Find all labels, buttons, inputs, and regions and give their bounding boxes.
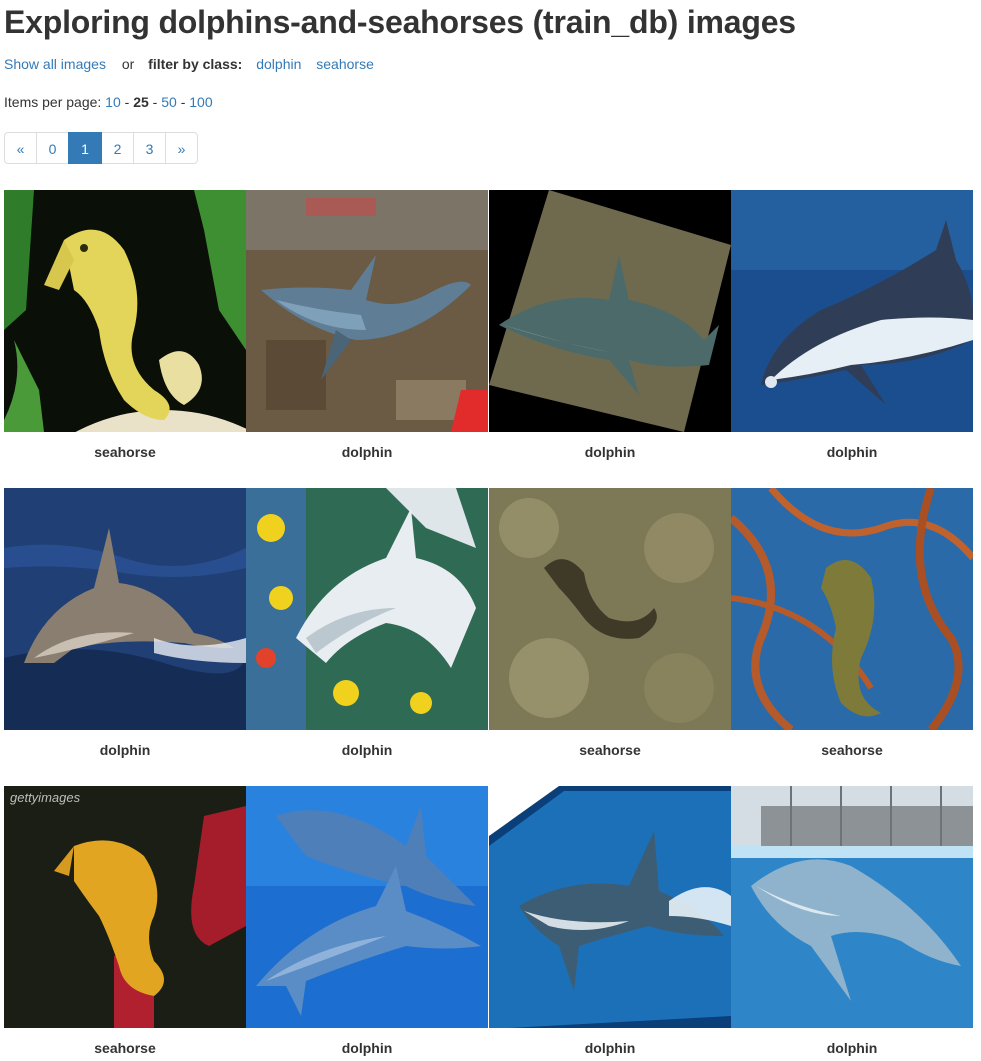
image-label: seahorse [579,742,641,758]
page: Exploring dolphins-and-seahorses (train_… [0,0,981,1061]
gettyimages-watermark: gettyimages [10,790,81,805]
image-label: dolphin [584,444,636,460]
filter-class-seahorse-link[interactable]: seahorse [316,56,374,72]
dolphin-photo-icon[interactable] [489,190,731,432]
image-card: dolphin [731,786,973,1057]
per-page-option-10[interactable]: 10 [105,94,121,110]
pagination-next-button[interactable]: » [165,132,198,164]
or-text: or [121,56,135,72]
image-card: seahorse [731,488,973,759]
filter-class-dolphin-link[interactable]: dolphin [256,56,301,72]
items-per-page-label: Items per page: [4,94,102,110]
dolphin-photo-icon[interactable] [731,190,973,432]
dolphin-photo-icon[interactable] [246,488,488,730]
dolphin-photo-icon[interactable] [4,488,246,730]
image-label: seahorse [94,444,156,460]
image-label: dolphin [341,444,393,460]
image-label: seahorse [94,1040,156,1056]
pagination-page-0[interactable]: 0 [36,132,69,164]
image-card: dolphin [246,190,488,461]
image-card: seahorse [4,190,246,461]
seahorse-photo-icon[interactable] [489,488,731,730]
page-title: Exploring dolphins-and-seahorses (train_… [4,4,796,40]
filter-bar: Show all images or filter by class: dolp… [4,55,385,73]
image-card: dolphin [246,488,488,759]
pagination: « 0 1 2 3 » [4,132,198,164]
pagination-prev-button[interactable]: « [4,132,37,164]
dolphin-photo-icon[interactable] [489,786,731,1028]
image-card: dolphin [4,488,246,759]
image-label: dolphin [826,1040,878,1056]
image-card: dolphin [246,786,488,1057]
image-label: dolphin [826,444,878,460]
dolphin-photo-icon[interactable] [731,786,973,1028]
seahorse-photo-icon[interactable] [4,190,246,432]
items-per-page: Items per page: 10 - 25 - 50 - 100 [4,94,213,110]
per-page-option-25: 25 [133,94,149,110]
pagination-page-3[interactable]: 3 [133,132,166,164]
seahorse-photo-icon[interactable]: gettyimages [4,786,246,1028]
image-label: dolphin [99,742,151,758]
image-card: dolphin [489,786,731,1057]
seahorse-photo-icon[interactable] [731,488,973,730]
per-page-option-50[interactable]: 50 [161,94,177,110]
image-label: seahorse [821,742,883,758]
image-card: dolphin [489,190,731,461]
image-label: dolphin [584,1040,636,1056]
dolphin-photo-icon[interactable] [246,786,488,1028]
image-card: gettyimages seahorse [4,786,246,1057]
show-all-images-link[interactable]: Show all images [4,56,106,72]
per-page-option-100[interactable]: 100 [189,94,212,110]
dolphin-photo-icon[interactable] [246,190,488,432]
pagination-page-1[interactable]: 1 [68,132,102,164]
image-card: dolphin [731,190,973,461]
filter-by-class-label: filter by class: [148,56,243,72]
image-label: dolphin [341,1040,393,1056]
image-card: seahorse [489,488,731,759]
pagination-page-2[interactable]: 2 [101,132,134,164]
image-label: dolphin [341,742,393,758]
